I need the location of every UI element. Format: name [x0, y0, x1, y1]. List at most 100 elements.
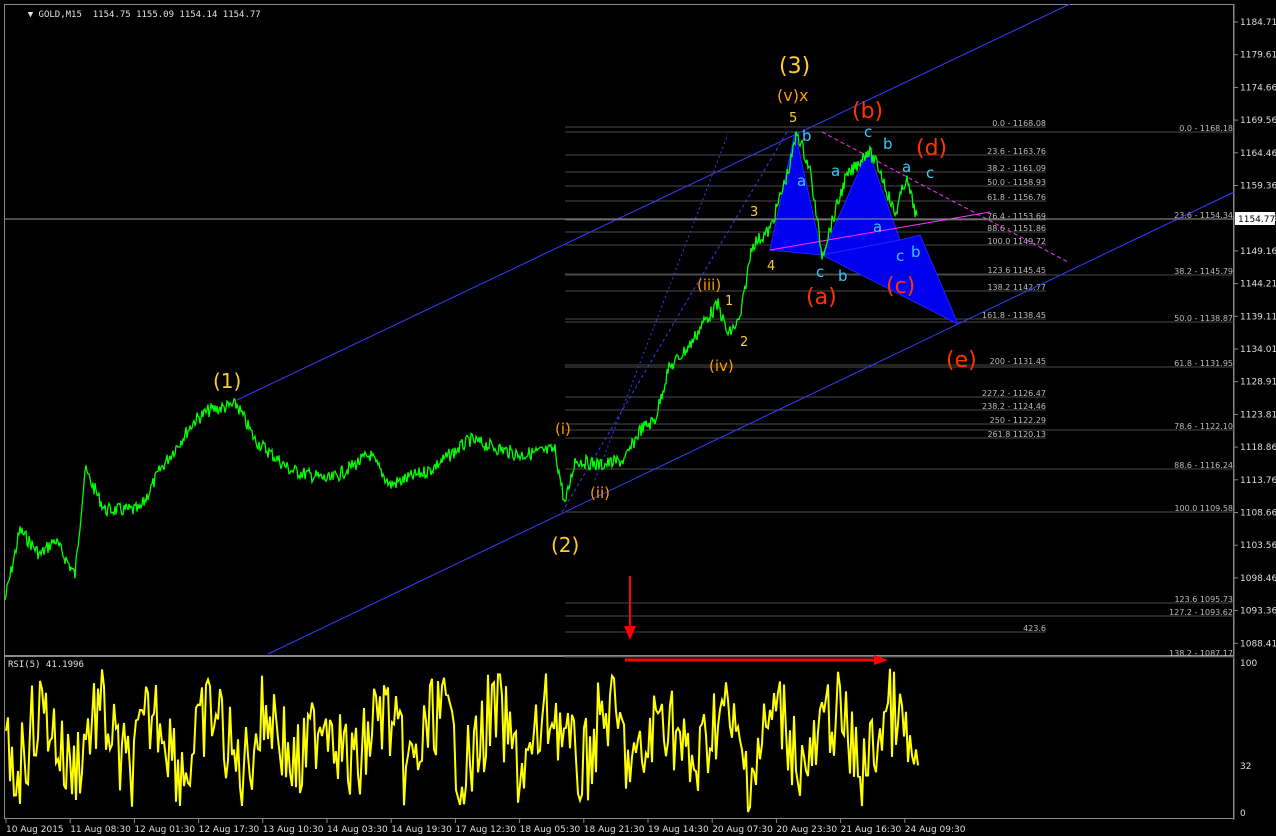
fib-label-left: 200 - 1131.45 [990, 357, 1046, 366]
time-tick-label: 14 Aug 03:30 [327, 825, 388, 835]
time-tick-label: 21 Aug 16:30 [841, 825, 902, 835]
annotation-arrows [624, 576, 888, 665]
fib-label-right: 100.0 1109.58 [1174, 504, 1233, 513]
price-tick-label: 1128.91 [1240, 378, 1276, 388]
time-tick-label: 20 Aug 23:30 [776, 825, 837, 835]
sub-wave-c2: c [864, 123, 872, 141]
price-tick-label: 1139.11 [1240, 312, 1276, 322]
sub-wave-c1: c [816, 263, 824, 281]
wave-n2: 2 [740, 335, 748, 350]
price-tick-label: 1108.66 [1240, 509, 1276, 519]
fib-label-left: 161.8 - 1138.45 [982, 311, 1046, 320]
fib-label-left: 238.2 - 1124.46 [982, 402, 1046, 411]
sub-wave-a3: a [873, 218, 882, 236]
wave-a: (a) [806, 285, 837, 310]
down-arrow-head [624, 626, 636, 640]
time-axis: 10 Aug 2015 11 Aug 08:30 12 Aug 01:30 12 Au… [5, 819, 966, 835]
channel-upper [236, 3, 1071, 401]
wave-n5: 5 [789, 111, 797, 126]
sub-wave-c3: c [926, 164, 934, 182]
time-tick-label: 18 Aug 05:30 [520, 825, 581, 835]
ohlc-values: 1154.75 1155.09 1154.14 1154.77 [92, 10, 261, 20]
price-tick-label: 1093.36 [1240, 607, 1276, 617]
fib-label-right: 78.6 - 1122.10 [1174, 422, 1233, 431]
dropdown-arrow-icon[interactable]: ▼ [28, 10, 39, 20]
fib-label-right: 88.6 - 1116.24 [1174, 461, 1233, 470]
wave-d: (d) [916, 136, 947, 161]
fib-label-left: 138.2 1142.77 [987, 283, 1046, 292]
time-tick-label: 12 Aug 17:30 [199, 825, 260, 835]
wave-c: (c) [886, 274, 915, 299]
price-tick-label: 1164.46 [1240, 149, 1276, 159]
fib-label-left: 123.6 1145.45 [987, 266, 1046, 275]
wave-labels: (1) (2) (3) (v)x (i) (ii) (iii) (iv) 1 2… [213, 54, 977, 557]
sub-wave-a1: a [797, 172, 806, 190]
price-tick-label: 1169.56 [1240, 116, 1276, 126]
wave-i: (i) [555, 420, 571, 438]
price-chart[interactable]: 0.0 - 1168.08 23.6 - 1163.76 38.2 - 1161.0… [0, 0, 1276, 836]
price-tick-label: 1118.86 [1240, 443, 1276, 453]
time-tick-label: 20 Aug 07:30 [712, 825, 773, 835]
wave-3: (3) [779, 54, 810, 79]
sub-wave-c4: c [896, 247, 904, 265]
fib-label-left: 50.0 - 1158.93 [987, 178, 1046, 187]
time-tick-label: 17 Aug 12:30 [455, 825, 516, 835]
fib-label-left: 227.2 - 1126.47 [982, 389, 1046, 398]
current-price-label: 1154.77 [1238, 215, 1275, 225]
fib-label-left: 76.4 - 1153.69 [987, 212, 1046, 221]
sub-wave-b2: b [838, 267, 848, 285]
price-tick-label: 1179.61 [1240, 51, 1276, 61]
price-tick-label: 1159.36 [1240, 182, 1276, 192]
rsi-label: RSI(5) 41.1996 [8, 660, 84, 670]
time-tick-label: 12 Aug 01:30 [134, 825, 195, 835]
rsi-tick-label: 100 [1240, 659, 1257, 669]
channel-lower [267, 191, 1235, 655]
fib-label-left: 261.8 1120.13 [987, 430, 1046, 439]
fib-label-right: 127.2 - 1093.62 [1169, 608, 1233, 617]
fib-label-right: 38.2 - 1145.79 [1174, 267, 1233, 276]
wave-ii: (ii) [590, 484, 610, 502]
fib-label-right: 0.0 - 1168.18 [1179, 124, 1233, 133]
price-tick-label: 1149.16 [1240, 247, 1276, 257]
rsi-tick-label: 0 [1240, 809, 1246, 819]
sub-wave-b3: b [883, 135, 893, 153]
time-tick-label: 19 Aug 14:30 [648, 825, 709, 835]
wave-iv: (iv) [709, 357, 734, 375]
fib-label-left: 100.0 1149.72 [987, 237, 1046, 246]
main-pane-frame [4, 4, 1234, 656]
time-tick-label: 18 Aug 21:30 [584, 825, 645, 835]
fib-label-left: 23.6 - 1163.76 [987, 147, 1046, 156]
sub-wave-a4: a [902, 158, 911, 176]
price-tick-label: 1088.41 [1240, 639, 1276, 649]
wave-e: (e) [946, 348, 977, 373]
time-tick-label: 13 Aug 10:30 [263, 825, 324, 835]
price-tick-label: 1144.21 [1240, 280, 1276, 290]
time-tick-label: 14 Aug 19:30 [391, 825, 452, 835]
fib-label-left: 0.0 - 1168.08 [992, 119, 1046, 128]
fib-label-right: 50.0 - 1138.87 [1174, 314, 1233, 323]
time-tick-label: 10 Aug 2015 [6, 825, 64, 835]
price-tick-label: 1134.01 [1240, 345, 1276, 355]
rsi-tick-label: 32 [1240, 762, 1251, 772]
fib-label-left: 38.2 - 1161.09 [987, 164, 1046, 173]
price-tick-label: 1103.56 [1240, 541, 1276, 551]
price-tick-label: 1184.71 [1240, 18, 1276, 28]
time-tick-label: 11 Aug 08:30 [70, 825, 131, 835]
fib-label-left: 250 - 1122.29 [990, 416, 1046, 425]
symbol-title: GOLD,M15 [38, 10, 82, 20]
rsi-pane-frame [4, 656, 1234, 819]
price-tick-label: 1174.66 [1240, 83, 1276, 93]
rsi-axis: 100 32 0 [1240, 659, 1257, 819]
sub-wave-a2: a [831, 162, 840, 180]
wave-1: (1) [213, 369, 241, 393]
price-tick-label: 1113.76 [1240, 476, 1276, 486]
sub-wave-b1: b [802, 127, 812, 145]
wave-n4: 4 [767, 259, 775, 274]
fib-label-left: 88.6 - 1151.86 [987, 224, 1046, 233]
price-axis: 1184.71 1179.61 1174.66 1169.56 1164.46 1159.… [1234, 18, 1276, 649]
chart-window[interactable]: 0.0 - 1168.08 23.6 - 1163.76 38.2 - 1161.0… [0, 0, 1276, 836]
fib-label-left: 61.8 - 1156.76 [987, 193, 1046, 202]
fib-label-left: 423.6 [1023, 624, 1046, 633]
rsi-series [5, 668, 919, 813]
wave-n3: 3 [750, 205, 758, 220]
